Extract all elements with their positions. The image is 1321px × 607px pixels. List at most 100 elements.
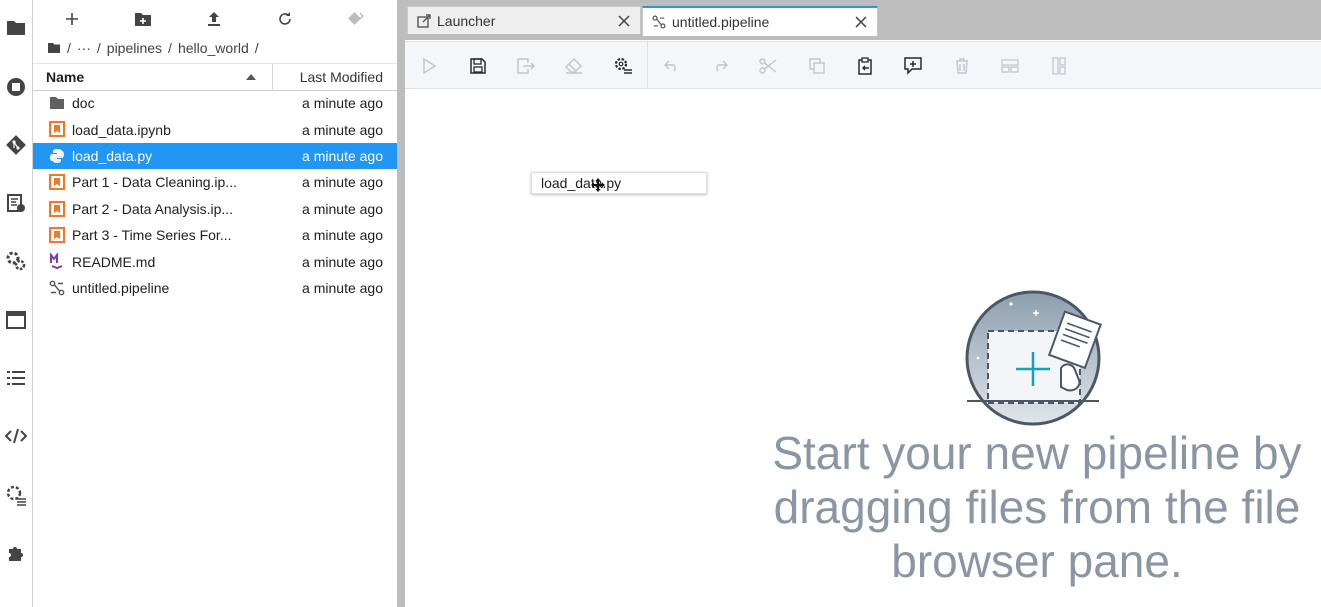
file-row-doc[interactable]: doc a minute ago: [33, 90, 397, 116]
tab-label: Launcher: [437, 12, 496, 29]
panel-splitter[interactable]: [397, 0, 405, 607]
file-row-load-data-py[interactable]: load_data.py a minute ago: [33, 142, 397, 170]
refresh-icon[interactable]: [272, 8, 298, 30]
tab-launcher[interactable]: Launcher: [407, 6, 641, 34]
upload-icon[interactable]: [201, 8, 227, 30]
file-modified: a minute ago: [302, 95, 383, 112]
add-comment-button[interactable]: [901, 54, 925, 78]
copy-button[interactable]: [805, 54, 829, 78]
breadcrumb-item-pipelines[interactable]: pipelines: [107, 40, 162, 56]
file-modified: a minute ago: [302, 147, 383, 164]
runtimes-icon[interactable]: [0, 243, 32, 279]
export-pipeline-button[interactable]: [514, 54, 538, 78]
file-name: Part 3 - Time Series For...: [72, 227, 232, 244]
running-icon[interactable]: [0, 69, 32, 105]
file-row-untitled-pipeline[interactable]: untitled.pipeline a minute ago: [33, 275, 397, 301]
breadcrumb-root-folder-icon[interactable]: [47, 42, 61, 54]
file-browser-panel: / ··· / pipelines / hello_world / Name L…: [33, 0, 397, 607]
toc-icon[interactable]: [0, 360, 32, 396]
notebook-icon: [49, 174, 65, 191]
activity-bar: [0, 0, 33, 607]
folder-icon[interactable]: [0, 9, 32, 45]
notebook-icon: [49, 200, 65, 217]
clear-pipeline-button[interactable]: [562, 54, 586, 78]
undo-icon: [664, 60, 676, 72]
column-header-name-label: Name: [46, 69, 85, 85]
runtimes-button[interactable]: [611, 54, 635, 78]
arrange-vertical-button[interactable]: [1047, 54, 1071, 78]
save-pipeline-button[interactable]: [466, 54, 490, 78]
notebook-icon: [49, 226, 65, 243]
close-icon[interactable]: [616, 13, 632, 29]
cut-button[interactable]: [756, 54, 780, 78]
file-name: Part 2 - Data Analysis.ip...: [72, 200, 234, 217]
copy-icon: [809, 58, 825, 74]
file-browser-toolbar: [33, 0, 397, 38]
file-name: doc: [72, 95, 95, 112]
tab-label: untitled.pipeline: [672, 14, 770, 30]
pipeline-canvas[interactable]: load_data.py Start your new pipeline by …: [405, 88, 1321, 607]
redo-button[interactable]: [708, 54, 732, 78]
file-row-readme[interactable]: README.md a minute ago: [33, 248, 397, 274]
code-snippets-icon[interactable]: [0, 185, 32, 221]
arrange-horizontal-button[interactable]: [998, 54, 1022, 78]
file-modified: a minute ago: [302, 174, 383, 191]
column-header-last-modified[interactable]: Last Modified: [274, 64, 397, 90]
delete-button[interactable]: [950, 54, 974, 78]
cut-icon: [759, 58, 777, 74]
extension-icon[interactable]: [0, 535, 32, 571]
file-name: load_data.py: [72, 147, 153, 164]
markdown-icon: [49, 253, 65, 270]
breadcrumb-separator: /: [96, 40, 101, 56]
trash-icon: [956, 58, 968, 74]
file-row-part-3-notebook[interactable]: Part 3 - Time Series For... a minute ago: [33, 222, 397, 248]
breadcrumb-item-hello-world[interactable]: hello_world: [178, 40, 249, 56]
file-list: doc a minute ago load_data.ipynb a minut…: [33, 90, 397, 301]
run-pipeline-button[interactable]: [417, 54, 441, 78]
save-icon: [470, 58, 486, 74]
python-icon: [49, 148, 65, 164]
breadcrumb-separator: /: [67, 40, 71, 56]
close-icon[interactable]: [853, 14, 869, 30]
undo-button[interactable]: [660, 54, 684, 78]
file-name: README.md: [72, 253, 156, 270]
pipeline-toolbar: [405, 41, 1321, 89]
eraser-icon: [565, 58, 583, 74]
notebook-icon: [49, 121, 65, 138]
new-launcher-icon[interactable]: [59, 8, 85, 30]
code-icon[interactable]: [0, 418, 32, 454]
paste-button[interactable]: [853, 54, 877, 78]
file-row-part-2-notebook[interactable]: Part 2 - Data Analysis.ip... a minute ag…: [33, 196, 397, 222]
property-inspector-icon[interactable]: [0, 477, 32, 513]
drag-ghost-label: load_data.py: [541, 175, 622, 191]
play-icon: [423, 58, 436, 74]
file-modified: a minute ago: [302, 227, 383, 244]
pipeline-icon: [652, 15, 666, 29]
empty-pipeline-illustration: [963, 288, 1113, 428]
comment-icon: [904, 57, 922, 75]
main-area: Launcher untitled.pipeline load_data.py …: [405, 0, 1321, 607]
export-icon: [517, 58, 535, 74]
file-modified: a minute ago: [302, 279, 383, 296]
file-modified: a minute ago: [302, 253, 383, 270]
folder-icon: [49, 95, 65, 111]
git-icon[interactable]: [0, 127, 32, 163]
file-name: untitled.pipeline: [72, 279, 170, 296]
redo-icon: [716, 60, 728, 72]
launcher-icon: [417, 14, 431, 28]
breadcrumb-separator: /: [168, 40, 172, 56]
column-header-name[interactable]: Name: [33, 64, 273, 90]
tabs-icon[interactable]: [0, 302, 32, 338]
new-folder-icon[interactable]: [130, 8, 156, 30]
breadcrumb-separator: /: [254, 40, 259, 56]
breadcrumb: / ··· / pipelines / hello_world /: [47, 38, 259, 58]
file-row-part-1-notebook[interactable]: Part 1 - Data Cleaning.ip... a minute ag…: [33, 169, 397, 195]
file-list-header: Name Last Modified: [33, 63, 397, 91]
move-cursor-icon: [591, 178, 605, 192]
file-modified: a minute ago: [302, 200, 383, 217]
arrange-horizontal-icon: [1001, 59, 1019, 73]
tab-untitled-pipeline[interactable]: untitled.pipeline: [642, 6, 878, 36]
breadcrumb-ellipsis[interactable]: ···: [77, 40, 91, 56]
file-row-load-data-ipynb[interactable]: load_data.ipynb a minute ago: [33, 116, 397, 142]
git-clone-icon[interactable]: [343, 8, 369, 30]
